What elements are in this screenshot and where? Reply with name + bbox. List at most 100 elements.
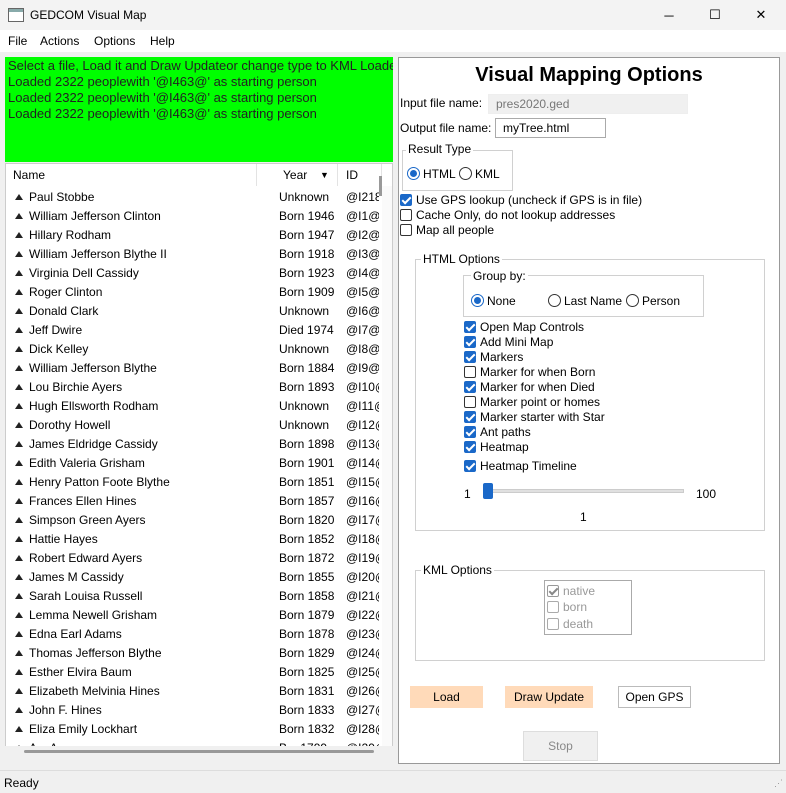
gps-lookup-checkbox[interactable] <box>400 194 412 206</box>
timeline-slider-thumb[interactable] <box>483 483 493 499</box>
expand-triangle-icon[interactable] <box>15 536 23 542</box>
horizontal-scroll-thumb[interactable] <box>24 750 374 753</box>
column-header-year[interactable]: Year ▼ <box>258 164 338 186</box>
table-row[interactable]: William Jefferson Blythe II Born 1918 @I3@ <box>6 245 381 264</box>
expand-triangle-icon[interactable] <box>15 403 23 409</box>
kml-death-checkbox[interactable] <box>547 618 559 630</box>
table-row[interactable]: Sarah Louisa Russell Born 1858 @I21@ <box>6 587 381 606</box>
expand-triangle-icon[interactable] <box>15 384 23 390</box>
draw-update-button[interactable]: Draw Update <box>505 686 593 708</box>
expand-triangle-icon[interactable] <box>15 251 23 257</box>
table-row[interactable]: Jeff Dwire Died 1974 @I7@ <box>6 321 381 340</box>
expand-triangle-icon[interactable] <box>15 517 23 523</box>
table-row[interactable]: Esther Elvira Baum Born 1825 @I25@ <box>6 663 381 682</box>
expand-triangle-icon[interactable] <box>15 669 23 675</box>
cache-only-checkbox[interactable] <box>400 209 412 221</box>
expand-triangle-icon[interactable] <box>15 593 23 599</box>
heatmap-timeline-checkbox[interactable] <box>464 460 476 472</box>
stop-button[interactable]: Stop <box>523 731 598 761</box>
kml-radio[interactable] <box>459 167 472 180</box>
expand-triangle-icon[interactable] <box>15 327 23 333</box>
html-option-checkbox[interactable] <box>464 396 476 408</box>
table-row[interactable]: Robert Edward Ayers Born 1872 @I19@ <box>6 549 381 568</box>
table-row[interactable]: James M Cassidy Born 1855 @I20@ <box>6 568 381 587</box>
table-row[interactable]: John F. Hines Born 1833 @I27@ <box>6 701 381 720</box>
table-row[interactable]: Simpson Green Ayers Born 1820 @I17@ <box>6 511 381 530</box>
table-row[interactable]: Edna Earl Adams Born 1878 @I23@ <box>6 625 381 644</box>
table-row[interactable]: James Eldridge Cassidy Born 1898 @I13@ <box>6 435 381 454</box>
group-none-radio[interactable] <box>471 294 484 307</box>
expand-triangle-icon[interactable] <box>15 346 23 352</box>
expand-triangle-icon[interactable] <box>15 194 23 200</box>
html-option-checkbox[interactable] <box>464 336 476 348</box>
table-row[interactable]: Virginia Dell Cassidy Born 1923 @I4@ <box>6 264 381 283</box>
map-all-checkbox[interactable] <box>400 224 412 236</box>
expand-triangle-icon[interactable] <box>15 365 23 371</box>
menu-actions[interactable]: Actions <box>40 34 79 48</box>
kml-native-checkbox[interactable] <box>547 585 559 597</box>
html-option-checkbox[interactable] <box>464 366 476 378</box>
table-row[interactable]: Hillary Rodham Born 1947 @I2@ <box>6 226 381 245</box>
input-file-field[interactable]: pres2020.ged <box>488 94 688 114</box>
table-row[interactable]: Thomas Jefferson Blythe Born 1829 @I24@ <box>6 644 381 663</box>
expand-triangle-icon[interactable] <box>15 422 23 428</box>
expand-triangle-icon[interactable] <box>15 555 23 561</box>
group-person-radio[interactable] <box>626 294 639 307</box>
expand-triangle-icon[interactable] <box>15 574 23 580</box>
expand-triangle-icon[interactable] <box>15 479 23 485</box>
expand-triangle-icon[interactable] <box>15 232 23 238</box>
html-option-checkbox[interactable] <box>464 411 476 423</box>
people-tree[interactable]: Name Year ▼ ID Paul Stobbe Unknown @I218 Wil… <box>5 163 393 747</box>
html-option-checkbox[interactable] <box>464 351 476 363</box>
table-row[interactable]: Donald Clark Unknown @I6@ <box>6 302 381 321</box>
expand-triangle-icon[interactable] <box>15 441 23 447</box>
expand-triangle-icon[interactable] <box>15 289 23 295</box>
table-row[interactable]: Paul Stobbe Unknown @I218 <box>6 188 381 207</box>
table-row[interactable]: Dorothy Howell Unknown @I12@ <box>6 416 381 435</box>
load-button[interactable]: Load <box>410 686 483 708</box>
table-row[interactable]: Roger Clinton Born 1909 @I5@ <box>6 283 381 302</box>
column-header-id[interactable]: ID <box>339 164 382 186</box>
minimize-button[interactable]: ─ <box>646 0 692 30</box>
table-row[interactable]: Hattie Hayes Born 1852 @I18@ <box>6 530 381 549</box>
table-row[interactable]: Hugh Ellsworth Rodham Unknown @I11@ <box>6 397 381 416</box>
menu-help[interactable]: Help <box>150 34 175 48</box>
table-row[interactable]: Lou Birchie Ayers Born 1893 @I10@ <box>6 378 381 397</box>
table-row[interactable]: William Jefferson Clinton Born 1946 @I1@ <box>6 207 381 226</box>
table-row[interactable]: Frances Ellen Hines Born 1857 @I16@ <box>6 492 381 511</box>
table-row[interactable]: Edith Valeria Grisham Born 1901 @I14@ <box>6 454 381 473</box>
table-row[interactable]: Elizabeth Melvinia Hines Born 1831 @I26@ <box>6 682 381 701</box>
expand-triangle-icon[interactable] <box>15 726 23 732</box>
expand-triangle-icon[interactable] <box>15 270 23 276</box>
expand-triangle-icon[interactable] <box>15 213 23 219</box>
expand-triangle-icon[interactable] <box>15 707 23 713</box>
table-row[interactable]: William Jefferson Blythe Born 1884 @I9@ <box>6 359 381 378</box>
html-option-checkbox[interactable] <box>464 441 476 453</box>
expand-triangle-icon[interactable] <box>15 498 23 504</box>
menu-file[interactable]: File <box>8 34 27 48</box>
expand-triangle-icon[interactable] <box>15 650 23 656</box>
close-button[interactable]: ✕ <box>738 0 784 30</box>
html-option-checkbox[interactable] <box>464 321 476 333</box>
expand-triangle-icon[interactable] <box>15 688 23 694</box>
menu-options[interactable]: Options <box>94 34 135 48</box>
timeline-slider-track[interactable] <box>483 489 684 493</box>
expand-triangle-icon[interactable] <box>15 612 23 618</box>
group-last-name-radio[interactable] <box>548 294 561 307</box>
html-option-checkbox[interactable] <box>464 426 476 438</box>
output-file-field[interactable]: myTree.html <box>495 118 606 138</box>
table-row[interactable]: Dick Kelley Unknown @I8@ <box>6 340 381 359</box>
open-gps-button[interactable]: Open GPS <box>618 686 691 708</box>
table-row[interactable]: Henry Patton Foote Blythe Born 1851 @I15@ <box>6 473 381 492</box>
column-header-name[interactable]: Name <box>6 164 257 186</box>
vertical-scrollbar[interactable] <box>382 186 392 746</box>
maximize-button[interactable]: ☐ <box>692 0 738 30</box>
html-option-checkbox[interactable] <box>464 381 476 393</box>
table-row[interactable]: Eliza Emily Lockhart Born 1832 @I28@ <box>6 720 381 739</box>
html-radio[interactable] <box>407 167 420 180</box>
vertical-scroll-thumb[interactable] <box>379 176 382 196</box>
table-row[interactable]: Lemma Newell Grisham Born 1879 @I22@ <box>6 606 381 625</box>
expand-triangle-icon[interactable] <box>15 631 23 637</box>
kml-born-checkbox[interactable] <box>547 601 559 613</box>
expand-triangle-icon[interactable] <box>15 460 23 466</box>
